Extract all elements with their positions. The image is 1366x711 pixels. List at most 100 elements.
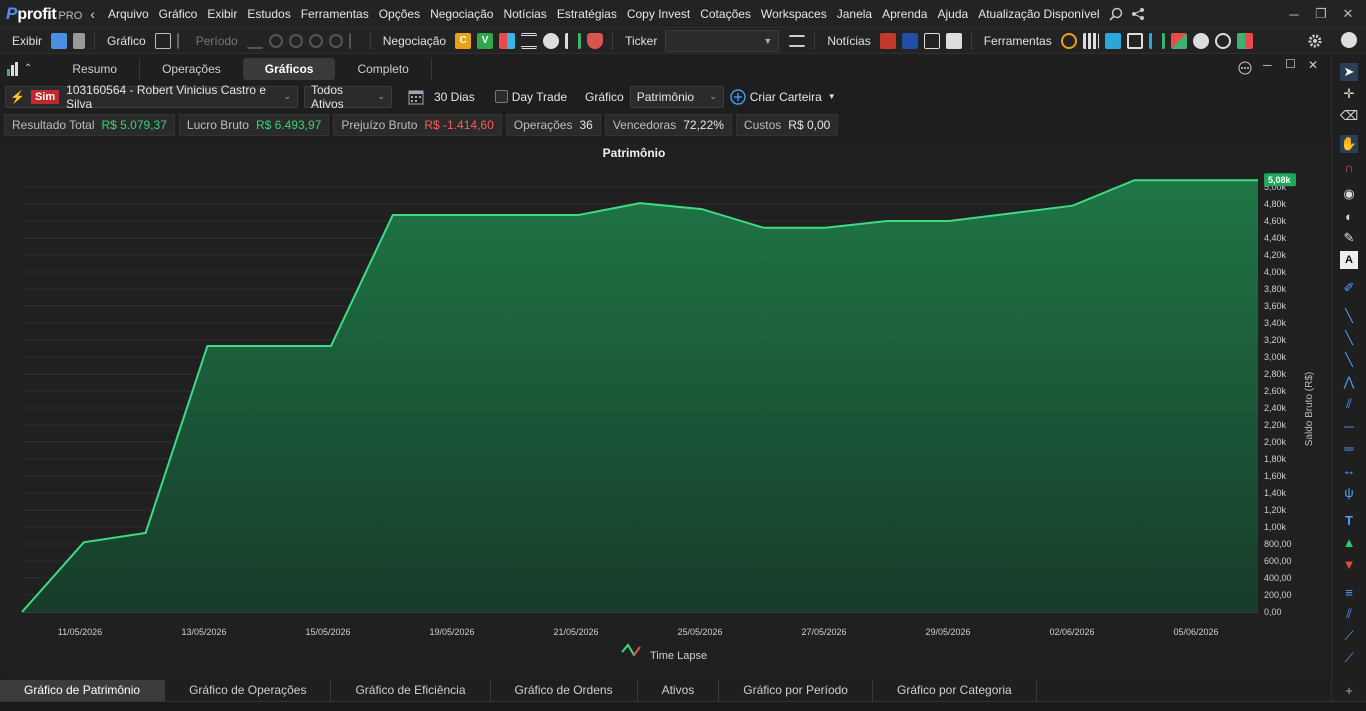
- line-tool-icon[interactable]: ╲: [1340, 307, 1358, 325]
- fibonacci-icon[interactable]: ≡: [1340, 583, 1358, 601]
- menu-arquivo[interactable]: Arquivo: [103, 0, 154, 28]
- patrimonio-chart[interactable]: Patrimônio 0,00 200,00 400,00 600,00 800,00 1…: [2, 139, 1329, 678]
- period-label[interactable]: 30 Dias: [434, 90, 475, 104]
- tab-graficos[interactable]: Gráficos: [242, 57, 336, 80]
- zigzag-icon[interactable]: ⋀: [1340, 373, 1358, 391]
- criar-carteira-button[interactable]: Criar Carteira: [750, 90, 822, 104]
- ranking-icon[interactable]: [1148, 32, 1165, 49]
- zoom-in-icon[interactable]: [268, 33, 283, 48]
- menu-negociacao[interactable]: Negociação: [425, 0, 498, 28]
- zoom-out-icon[interactable]: [288, 33, 303, 48]
- tab-operacoes[interactable]: Operações: [140, 58, 243, 80]
- heatmap-icon[interactable]: [1170, 32, 1187, 49]
- range-icon[interactable]: ↔: [1340, 461, 1358, 479]
- pitchfork-icon[interactable]: ψ: [1340, 483, 1358, 501]
- calendar-icon[interactable]: [408, 89, 424, 105]
- menu-copy-invest[interactable]: Copy Invest: [622, 0, 695, 28]
- menu-cotacoes[interactable]: Cotações: [695, 0, 756, 28]
- chart-legend[interactable]: Time Lapse: [621, 643, 707, 662]
- tab-grafico-ordens[interactable]: Gráfico de Ordens: [491, 680, 638, 701]
- calendar-icon[interactable]: [923, 32, 940, 49]
- sell-v-button[interactable]: V: [477, 32, 494, 49]
- tab-resumo[interactable]: Resumo: [50, 57, 141, 80]
- add-circle-icon[interactable]: [730, 88, 746, 105]
- replay-icon[interactable]: [1060, 32, 1077, 49]
- menu-estrategias[interactable]: Estratégias: [552, 0, 622, 28]
- fib-channel-icon[interactable]: ⫽: [1340, 605, 1358, 623]
- arrow-up-icon[interactable]: ▲: [1340, 533, 1358, 551]
- criar-carteira-caret-icon[interactable]: ▼: [828, 92, 836, 101]
- book-blue-icon[interactable]: [1104, 32, 1121, 49]
- close-window-button[interactable]: ✕: [1334, 0, 1362, 28]
- tab-grafico-periodo[interactable]: Gráfico por Período: [719, 680, 873, 701]
- menu-workspaces[interactable]: Workspaces: [756, 0, 832, 28]
- tab-ativos[interactable]: Ativos: [638, 680, 720, 701]
- menu-janela[interactable]: Janela: [832, 0, 877, 28]
- extended-line-icon[interactable]: ╲: [1340, 351, 1358, 369]
- lock-icon[interactable]: [73, 32, 86, 49]
- restore-window-button[interactable]: ❐: [1307, 0, 1335, 28]
- color-fill-icon[interactable]: ◐: [1340, 207, 1358, 225]
- tab-grafico-patrimonio[interactable]: Gráfico de Patrimônio: [0, 680, 166, 701]
- panel-close-button[interactable]: ✕: [1308, 58, 1318, 72]
- ticker-select[interactable]: ▼: [665, 29, 780, 52]
- layout-grid-icon[interactable]: [51, 32, 68, 49]
- chat-icon[interactable]: [1192, 32, 1209, 49]
- shield-dollar-icon[interactable]: [587, 32, 604, 49]
- add-tool-icon[interactable]: +: [1340, 681, 1358, 699]
- daytrade-checkbox[interactable]: [494, 90, 508, 103]
- pie-icon[interactable]: [543, 32, 560, 49]
- menu-exibir[interactable]: Exibir: [202, 0, 242, 28]
- menu-aprenda[interactable]: Aprenda: [877, 0, 932, 28]
- pen-icon[interactable]: ✐: [1340, 279, 1358, 297]
- wave-icon[interactable]: [246, 33, 263, 49]
- menu-noticias[interactable]: Notícias: [498, 0, 551, 28]
- menu-list-icon[interactable]: [789, 34, 806, 47]
- indicator-icon[interactable]: [348, 32, 361, 49]
- cursor-icon[interactable]: ➤: [1340, 63, 1358, 81]
- settings-gear-icon[interactable]: [1307, 33, 1323, 49]
- back-arrow-icon[interactable]: ‹: [90, 6, 95, 22]
- tab-grafico-eficiencia[interactable]: Gráfico de Eficiência: [331, 680, 491, 701]
- menu-ajuda[interactable]: Ajuda: [932, 0, 973, 28]
- collapse-chevron-icon[interactable]: ⌃: [24, 63, 32, 74]
- ray-tool-icon[interactable]: ╲: [1340, 329, 1358, 347]
- zoom-fit-icon[interactable]: [328, 33, 343, 48]
- panel-minimize-button[interactable]: ─: [1263, 58, 1272, 72]
- horizontal-ray-icon[interactable]: ═: [1340, 439, 1358, 457]
- buy-c-button[interactable]: C: [455, 32, 472, 49]
- news-chart-icon[interactable]: [879, 32, 896, 49]
- menu-atualizacao[interactable]: Atualização Disponível: [973, 0, 1104, 28]
- tab-grafico-operacoes[interactable]: Gráfico de Operações: [165, 680, 332, 701]
- hand-icon[interactable]: ✋: [1340, 135, 1358, 153]
- share-icon[interactable]: [1131, 7, 1145, 21]
- arrow-down-icon[interactable]: ▼: [1340, 555, 1358, 573]
- tab-grafico-categoria[interactable]: Gráfico por Categoria: [873, 680, 1037, 701]
- stats-red-icon[interactable]: [1236, 32, 1253, 49]
- tv-icon[interactable]: [901, 32, 918, 49]
- bars-icon[interactable]: [565, 32, 582, 49]
- horizontal-line-icon[interactable]: ─: [1340, 417, 1358, 435]
- text-tool-icon[interactable]: T: [1340, 511, 1358, 529]
- account-select[interactable]: ⚡ Sim 103160564 - Robert Vinicius Castro…: [5, 83, 298, 111]
- alarm-icon[interactable]: [1214, 32, 1231, 49]
- menu-grafico[interactable]: Gráfico: [154, 0, 203, 28]
- menu-ferramentas[interactable]: Ferramentas: [296, 0, 374, 28]
- profile-icon[interactable]: [1341, 32, 1357, 48]
- scanner-icon[interactable]: [1126, 32, 1143, 49]
- grafico-type-select[interactable]: Patrimônio ⌄: [629, 85, 724, 108]
- tab-completo[interactable]: Completo: [335, 57, 432, 80]
- assets-select[interactable]: Todos Ativos ⌄: [304, 83, 392, 111]
- crosshair-icon[interactable]: ✛: [1340, 85, 1358, 103]
- menu-opcoes[interactable]: Opções: [374, 0, 425, 28]
- list-icon[interactable]: [521, 32, 538, 49]
- channel-icon[interactable]: ⫽: [1340, 395, 1358, 413]
- eraser-icon[interactable]: ⌫: [1340, 107, 1358, 125]
- book-icon[interactable]: [499, 32, 516, 49]
- fib-time-icon[interactable]: ⟋: [1340, 649, 1358, 667]
- candle-icon[interactable]: [176, 32, 187, 49]
- more-options-icon[interactable]: [1238, 61, 1252, 75]
- search-icon[interactable]: [1109, 7, 1123, 21]
- text-style-icon[interactable]: A: [1340, 251, 1358, 269]
- grid-tools-icon[interactable]: [1082, 32, 1099, 49]
